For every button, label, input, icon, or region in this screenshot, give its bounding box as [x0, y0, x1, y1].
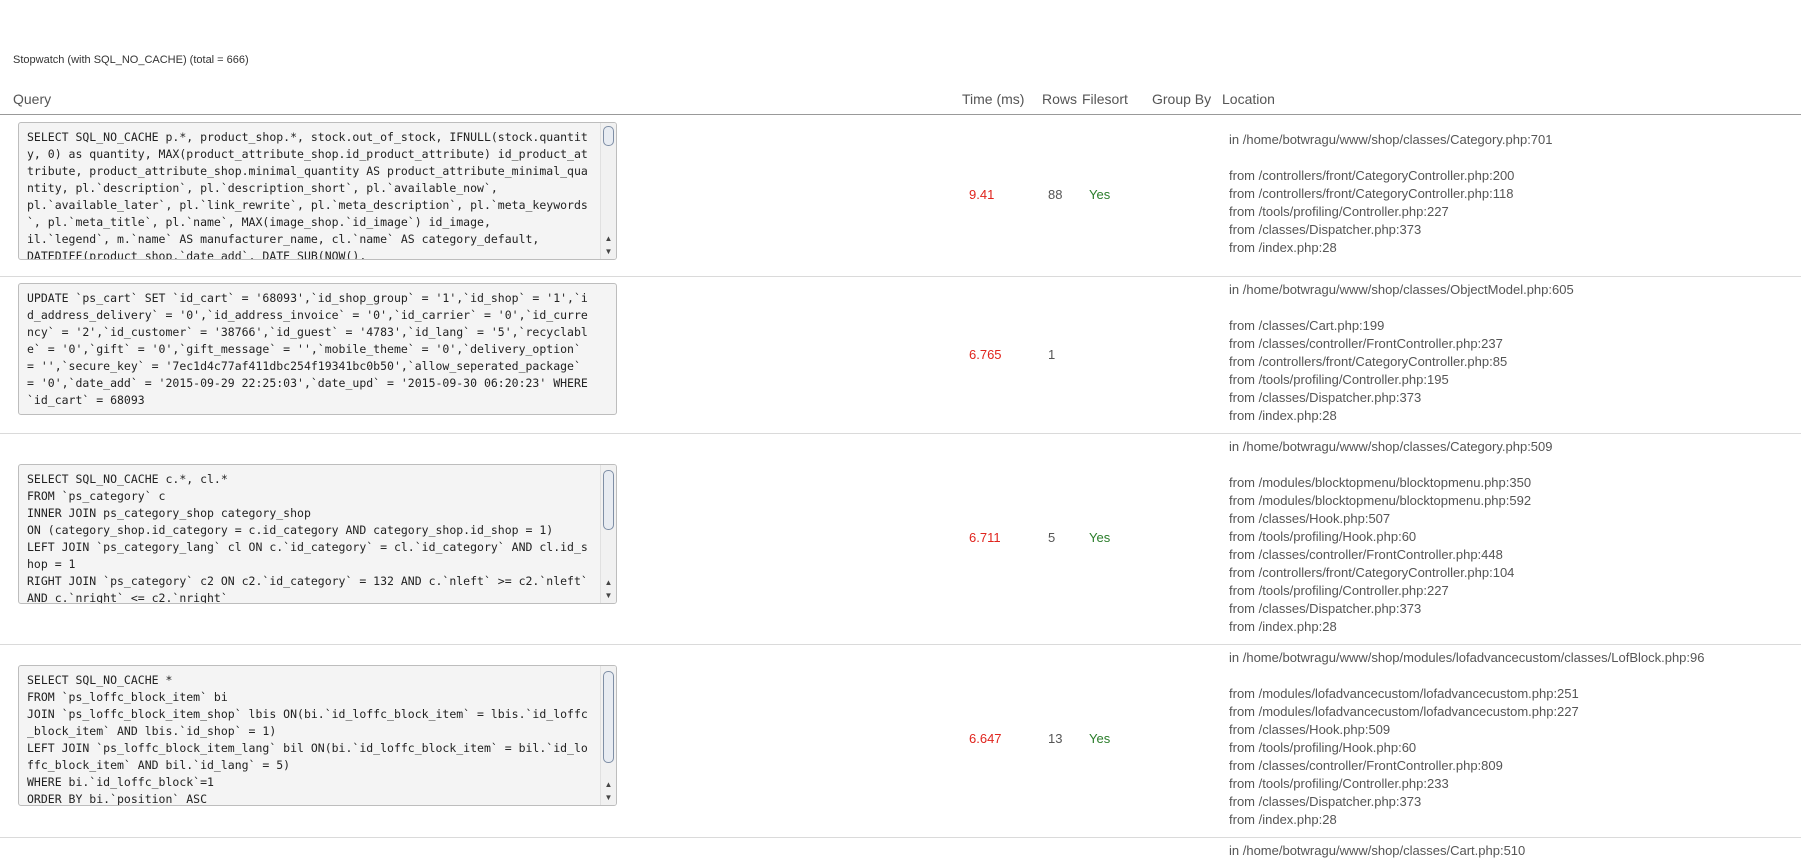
scroll-down-icon[interactable]: ▼ [601, 792, 616, 804]
query-filesort: Yes [1089, 731, 1111, 746]
location-from: from /classes/Dispatcher.php:373 [1229, 794, 1422, 809]
location-from: from /modules/blocktopmenu/blocktopmenu.… [1229, 475, 1532, 490]
table-header: Query Time (ms) Rows Filesort Group By L… [0, 88, 1801, 115]
query-textarea[interactable]: UPDATE `ps_cart` SET `id_cart` = '68093'… [18, 283, 617, 415]
location-from: from /classes/controller/FrontController… [1229, 758, 1503, 773]
query-scrollbar[interactable]: ▲ ▼ [600, 465, 616, 603]
column-header-query: Query [13, 91, 52, 107]
location-from: from /controllers/front/CategoryControll… [1229, 186, 1514, 201]
location-from: from /tools/profiling/Controller.php:227 [1229, 204, 1449, 219]
query-rows: 88 [1048, 187, 1063, 202]
query-filesort: Yes [1089, 530, 1111, 545]
location-in: in /home/botwragu/www/shop/classes/Cart.… [1229, 843, 1526, 858]
query-rows: 5 [1048, 530, 1056, 545]
query-rows: 13 [1048, 731, 1063, 746]
query-textarea[interactable]: SELECT SQL_NO_CACHE * FROM `ps_loffc_blo… [18, 665, 617, 806]
query-text: SELECT SQL_NO_CACHE p.*, product_shop.*,… [27, 130, 588, 260]
query-textarea[interactable]: SELECT SQL_NO_CACHE p.*, product_shop.*,… [18, 122, 617, 260]
location-from: from /index.php:28 [1229, 812, 1337, 827]
column-header-time: Time (ms) [962, 91, 1025, 107]
location-from: from /tools/profiling/Controller.php:195 [1229, 372, 1449, 387]
scroll-up-icon[interactable]: ▲ [601, 779, 616, 791]
query-time: 9.41 [969, 187, 995, 202]
location-from: from /index.php:28 [1229, 408, 1337, 423]
query-scrollbar[interactable]: ▲ ▼ [600, 666, 616, 805]
location-from: from /tools/profiling/Controller.php:233 [1229, 776, 1449, 791]
scroll-down-icon[interactable]: ▼ [601, 590, 616, 602]
query-location: in /home/botwragu/www/shop/classes/Categ… [1229, 438, 1553, 636]
location-from: from /classes/controller/FrontController… [1229, 547, 1503, 562]
location-from: from /classes/Dispatcher.php:373 [1229, 390, 1422, 405]
query-location: in /home/botwragu/www/shop/classes/Objec… [1229, 281, 1574, 425]
location-from: from /modules/lofadvancecustom/lofadvanc… [1229, 686, 1579, 701]
query-scrollbar[interactable]: ▲ ▼ [600, 123, 616, 259]
location-from: from /index.php:28 [1229, 240, 1337, 255]
table-row: SELECT SQL_NO_CACHE c.*, cl.* FROM `ps_c… [0, 434, 1801, 645]
location-from: from /index.php:28 [1229, 619, 1337, 634]
location-from: from /controllers/front/CategoryControll… [1229, 168, 1515, 183]
query-location: in /home/botwragu/www/shop/modules/lofad… [1229, 649, 1704, 829]
scroll-up-icon[interactable]: ▲ [601, 577, 616, 589]
location-from: from /controllers/front/CategoryControll… [1229, 565, 1515, 580]
table-row: in /home/botwragu/www/shop/classes/Cart.… [0, 838, 1801, 868]
query-location: in /home/botwragu/www/shop/classes/Cart.… [1229, 842, 1525, 860]
scroll-thumb[interactable] [603, 671, 614, 763]
scroll-thumb[interactable] [603, 470, 614, 530]
scroll-up-icon[interactable]: ▲ [601, 233, 616, 245]
scroll-thumb[interactable] [603, 126, 614, 146]
location-in: in /home/botwragu/www/shop/classes/Categ… [1229, 439, 1553, 454]
query-textarea[interactable]: SELECT SQL_NO_CACHE c.*, cl.* FROM `ps_c… [18, 464, 617, 604]
column-header-rows: Rows [1042, 91, 1078, 107]
location-from: from /modules/lofadvancecustom/lofadvanc… [1229, 704, 1579, 719]
query-time: 6.711 [969, 530, 1001, 545]
location-from: from /classes/Cart.php:199 [1229, 318, 1385, 333]
query-filesort: Yes [1089, 187, 1111, 202]
query-text: SELECT SQL_NO_CACHE * FROM `ps_loffc_blo… [27, 673, 588, 806]
location-from: from /classes/Dispatcher.php:373 [1229, 601, 1422, 616]
stopwatch-caption: Stopwatch (with SQL_NO_CACHE) (total = 6… [13, 54, 249, 66]
location-in: in /home/botwragu/www/shop/modules/lofad… [1229, 650, 1705, 665]
column-header-filesort: Filesort [1082, 91, 1128, 107]
location-from: from /tools/profiling/Controller.php:227 [1229, 583, 1449, 598]
location-from: from /controllers/front/CategoryControll… [1229, 354, 1508, 369]
column-header-group-by: Group By [1152, 91, 1212, 107]
table-row: UPDATE `ps_cart` SET `id_cart` = '68093'… [0, 277, 1801, 434]
column-header-location: Location [1222, 91, 1275, 107]
location-from: from /modules/blocktopmenu/blocktopmenu.… [1229, 493, 1532, 508]
query-time: 6.647 [969, 731, 1002, 746]
location-from: from /classes/Hook.php:507 [1229, 511, 1391, 526]
location-from: from /classes/Dispatcher.php:373 [1229, 222, 1422, 237]
location-in: in /home/botwragu/www/shop/classes/Categ… [1229, 132, 1553, 147]
query-location: in /home/botwragu/www/shop/classes/Categ… [1229, 131, 1553, 257]
table-row: SELECT SQL_NO_CACHE * FROM `ps_loffc_blo… [0, 645, 1801, 838]
query-text: SELECT SQL_NO_CACHE c.*, cl.* FROM `ps_c… [27, 472, 588, 604]
location-in: in /home/botwragu/www/shop/classes/Objec… [1229, 282, 1574, 297]
location-from: from /tools/profiling/Hook.php:60 [1229, 740, 1417, 755]
query-text: UPDATE `ps_cart` SET `id_cart` = '68093'… [27, 291, 595, 407]
location-from: from /tools/profiling/Hook.php:60 [1229, 529, 1417, 544]
location-from: from /classes/controller/FrontController… [1229, 336, 1503, 351]
profiling-page: Stopwatch (with SQL_NO_CACHE) (total = 6… [0, 0, 1801, 868]
query-time: 6.765 [969, 347, 1002, 362]
query-rows: 1 [1048, 347, 1056, 362]
table-row: SELECT SQL_NO_CACHE p.*, product_shop.*,… [0, 115, 1801, 277]
location-from: from /classes/Hook.php:509 [1229, 722, 1391, 737]
scroll-down-icon[interactable]: ▼ [601, 246, 616, 258]
